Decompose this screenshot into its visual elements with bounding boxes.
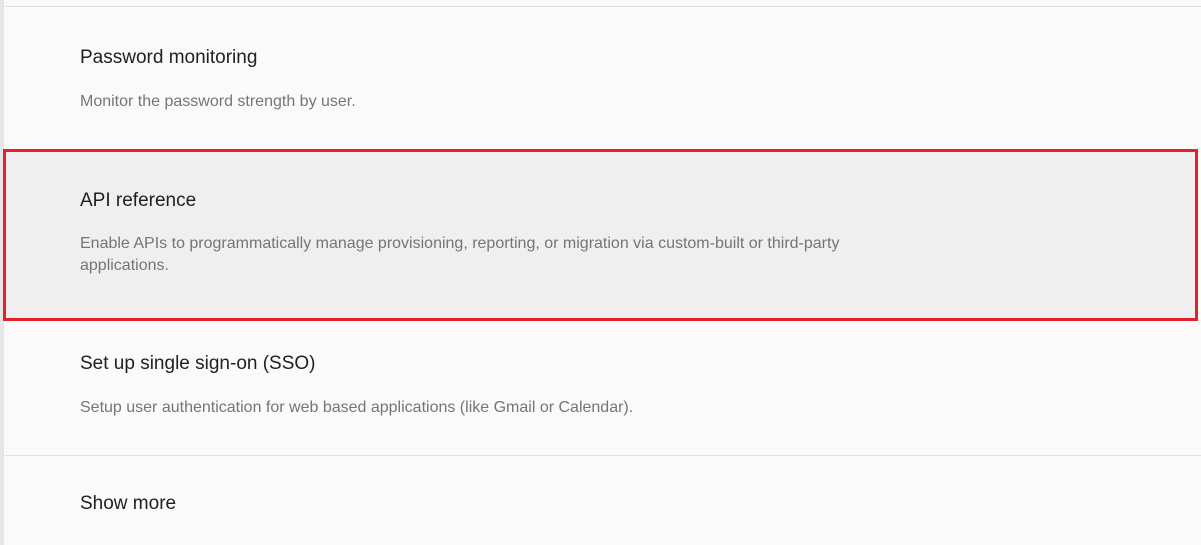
item-title: Set up single sign-on (SSO) — [80, 353, 316, 374]
item-description: Setup user authentication for web based … — [80, 399, 634, 416]
show-more-label: Show more — [80, 493, 177, 514]
item-title: Password monitoring — [80, 47, 258, 68]
setting-item-password-monitoring[interactable]: Password monitoring Monitor the password… — [5, 7, 1201, 147]
setting-item-sso[interactable]: Set up single sign-on (SSO) Setup user a… — [5, 321, 1201, 455]
setting-item-api-reference[interactable]: API reference Enable APIs to programmati… — [3, 149, 1198, 321]
item-title: API reference — [80, 190, 197, 211]
item-description: Enable APIs to programmatically manage p… — [80, 235, 840, 274]
show-more-button[interactable]: Show more — [5, 456, 1201, 545]
item-description: Monitor the password strength by user. — [80, 93, 356, 110]
